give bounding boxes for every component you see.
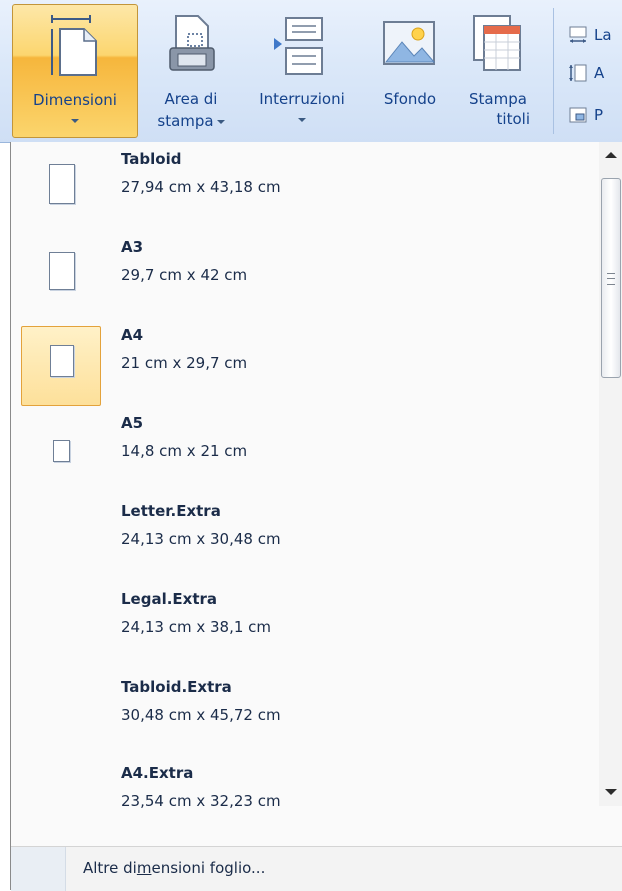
scale-item[interactable]: P bbox=[568, 104, 622, 128]
paper-name: A3 bbox=[121, 238, 144, 256]
area-di-stampa-button[interactable]: Area di stampa bbox=[148, 4, 234, 138]
dimensioni-label: Dimensioni bbox=[33, 91, 117, 109]
height-item[interactable]: A bbox=[568, 62, 622, 86]
paper-dimensions: 23,54 cm x 32,23 cm bbox=[121, 792, 281, 810]
paper-dimensions: 14,8 cm x 21 cm bbox=[121, 442, 248, 460]
paper-name: A4 bbox=[121, 326, 144, 344]
menu-item-a4[interactable]: A4 21 cm x 29,7 cm bbox=[21, 326, 593, 410]
page-icon bbox=[21, 150, 101, 230]
link-accelerator-key: m bbox=[136, 859, 152, 877]
dimensioni-button[interactable]: Dimensioni bbox=[12, 4, 138, 138]
menu-item-tabloid[interactable]: Tabloid 27,94 cm x 43,18 cm bbox=[21, 150, 593, 234]
more-page-sizes-link[interactable]: Altre dimensioni foglio... bbox=[83, 859, 265, 877]
scale-icon bbox=[569, 107, 587, 123]
link-text-start: Altre di bbox=[83, 859, 137, 877]
menu-item-legal-extra[interactable]: Legal.Extra 24,13 cm x 38,1 cm bbox=[21, 590, 593, 674]
dropdown-footer: Altre dimensioni foglio... bbox=[11, 846, 622, 891]
paper-name: A4.Extra bbox=[121, 764, 194, 782]
ribbon-separator bbox=[553, 8, 554, 134]
area-di-label: Area di bbox=[164, 90, 218, 108]
paper-dimensions: 29,7 cm x 42 cm bbox=[121, 266, 248, 284]
paper-dimensions: 30,48 cm x 45,72 cm bbox=[121, 706, 281, 724]
sfondo-button[interactable]: Sfondo bbox=[368, 4, 452, 138]
height-icon bbox=[569, 64, 587, 82]
chevron-down-icon bbox=[216, 119, 225, 124]
print-titles-icon bbox=[473, 15, 521, 71]
menu-item-a5[interactable]: A5 14,8 cm x 21 cm bbox=[21, 414, 593, 498]
width-icon bbox=[569, 26, 587, 43]
stampa-label: stampa bbox=[157, 112, 214, 130]
page-icon bbox=[21, 238, 101, 318]
scale-label: P bbox=[594, 106, 604, 124]
paper-name: Letter.Extra bbox=[121, 502, 221, 520]
stampa-titoli-button[interactable]: Stampa titoli bbox=[456, 4, 540, 138]
link-text-end: ensioni foglio... bbox=[151, 859, 266, 877]
paper-name: A5 bbox=[121, 414, 144, 432]
paper-dimensions: 21 cm x 29,7 cm bbox=[121, 354, 248, 372]
paper-name: Tabloid bbox=[121, 150, 182, 168]
ribbon: Dimensioni Area di stampa Interruzioni S… bbox=[0, 0, 622, 143]
menu-item-a3[interactable]: A3 29,7 cm x 42 cm bbox=[21, 238, 593, 322]
footer-icon-gutter bbox=[11, 847, 66, 891]
page-break-icon bbox=[274, 17, 323, 75]
page-icon bbox=[21, 326, 101, 406]
scroll-down-arrow-icon[interactable] bbox=[605, 789, 617, 795]
width-label: La bbox=[594, 26, 612, 44]
print-area-icon bbox=[169, 15, 215, 71]
vertical-scrollbar[interactable] bbox=[599, 142, 622, 806]
chevron-down-icon bbox=[71, 118, 79, 123]
sfondo-label: Sfondo bbox=[383, 90, 437, 108]
background-image-icon bbox=[383, 21, 436, 65]
interruzioni-label: Interruzioni bbox=[259, 90, 345, 108]
paper-dimensions: 24,13 cm x 38,1 cm bbox=[121, 618, 272, 636]
page-size-dropdown: Tabloid 27,94 cm x 43,18 cm A3 29,7 cm x… bbox=[10, 142, 622, 891]
titoli-label: titoli bbox=[496, 110, 530, 128]
menu-item-a4-extra[interactable]: A4.Extra 23,54 cm x 32,23 cm bbox=[21, 764, 593, 848]
page-size-icon bbox=[51, 15, 97, 76]
page-icon bbox=[21, 414, 101, 494]
paper-name: Tabloid.Extra bbox=[121, 678, 232, 696]
chevron-down-icon bbox=[298, 117, 306, 122]
width-item[interactable]: La bbox=[568, 24, 622, 48]
stampa-label: Stampa bbox=[469, 90, 527, 108]
paper-dimensions: 24,13 cm x 30,48 cm bbox=[121, 530, 281, 548]
menu-item-letter-extra[interactable]: Letter.Extra 24,13 cm x 30,48 cm bbox=[21, 502, 593, 586]
paper-name: Legal.Extra bbox=[121, 590, 218, 608]
scrollbar-thumb[interactable] bbox=[601, 178, 621, 378]
grip-icon bbox=[607, 273, 615, 285]
paper-dimensions: 27,94 cm x 43,18 cm bbox=[121, 178, 281, 196]
menu-item-tabloid-extra[interactable]: Tabloid.Extra 30,48 cm x 45,72 cm bbox=[21, 678, 593, 762]
interruzioni-button[interactable]: Interruzioni bbox=[240, 4, 364, 138]
height-label: A bbox=[594, 64, 605, 82]
scroll-up-arrow-icon[interactable] bbox=[605, 152, 617, 158]
